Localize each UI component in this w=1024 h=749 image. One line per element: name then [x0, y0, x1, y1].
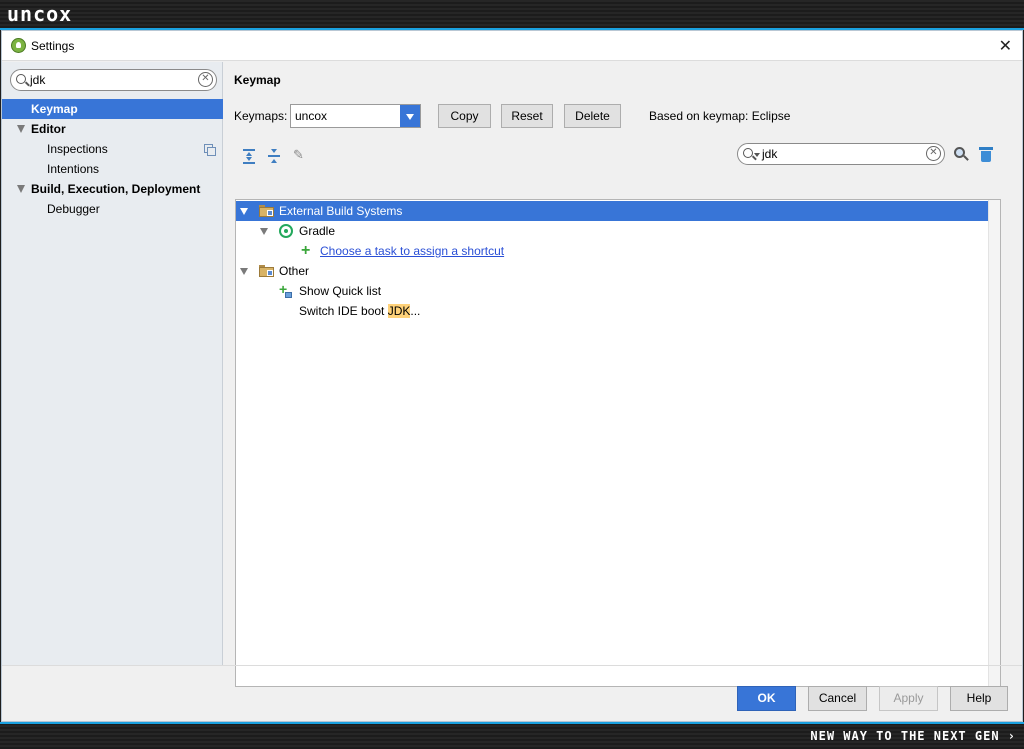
page-title: Keymap	[234, 73, 281, 87]
expand-triangle-icon[interactable]	[240, 268, 248, 275]
sidebar-item-inspections[interactable]: Inspections	[2, 139, 223, 159]
sidebar-item-keymap[interactable]: Keymap	[2, 99, 223, 119]
plus-icon: +	[301, 242, 311, 259]
choose-task-link[interactable]: Choose a task to assign a shortcut	[320, 241, 504, 261]
quick-list-icon: +	[279, 282, 293, 299]
cancel-button[interactable]: Cancel	[808, 686, 867, 711]
window-title: Settings	[31, 39, 75, 53]
tree-row-external-build-systems[interactable]: External Build Systems	[236, 201, 989, 221]
help-button[interactable]: Help	[950, 686, 1008, 711]
keymap-select[interactable]: uncox	[290, 104, 421, 128]
expand-triangle-icon[interactable]	[260, 228, 268, 235]
footer-separator	[2, 665, 1022, 666]
search-icon	[743, 148, 753, 158]
gradle-icon	[279, 224, 293, 238]
android-studio-icon	[11, 38, 26, 53]
project-copy-icon	[204, 144, 216, 156]
label-suffix: ...	[410, 304, 421, 318]
settings-sidebar: jdk ✕ Keymap Editor Inspections Intentio…	[2, 62, 223, 665]
sidebar-item-editor[interactable]: Editor	[2, 119, 223, 139]
expand-all-icon[interactable]	[241, 148, 257, 164]
sidebar-item-build-execution-deployment[interactable]: Build, Execution, Deployment	[2, 179, 223, 199]
tree-row-label: Switch IDE boot JDK...	[299, 301, 420, 321]
folder-icon	[259, 265, 274, 277]
footer-bar: NEW WAY TO THE NEXT GEN ›	[0, 724, 1024, 749]
sidebar-item-label: Inspections	[47, 142, 108, 156]
ok-button[interactable]: OK	[737, 686, 796, 711]
sidebar-item-intentions[interactable]: Intentions	[2, 159, 223, 179]
keymaps-label: Keymaps:	[234, 109, 288, 123]
sidebar-item-label: Build, Execution, Deployment	[31, 182, 201, 196]
tree-row-other[interactable]: Other	[236, 261, 989, 281]
settings-search-input[interactable]: jdk ✕	[10, 69, 217, 91]
sidebar-item-debugger[interactable]: Debugger	[2, 199, 223, 219]
copy-button[interactable]: Copy	[438, 104, 491, 128]
reset-button[interactable]: Reset	[501, 104, 553, 128]
delete-button[interactable]: Delete	[564, 104, 621, 128]
sidebar-item-label: Intentions	[47, 162, 100, 176]
settings-search-value: jdk	[30, 73, 46, 87]
title-bar: Settings ✕	[2, 31, 1022, 61]
brand-bar: uncox	[0, 0, 1024, 29]
label-prefix: Switch IDE boot	[299, 304, 388, 318]
keymap-select-value: uncox	[295, 109, 328, 123]
brand-logo: uncox	[7, 2, 73, 26]
collapse-all-icon[interactable]	[266, 148, 282, 164]
folder-icon	[259, 205, 274, 217]
keymap-filter-value: jdk	[762, 147, 778, 161]
close-icon[interactable]: ✕	[999, 36, 1012, 56]
tree-scrollbar[interactable]	[988, 200, 1000, 686]
keymap-panel: Keymap Keymaps: uncox Copy Reset Delete …	[224, 62, 1022, 687]
tree-row-choose-task[interactable]: + Choose a task to assign a shortcut	[236, 241, 989, 261]
expand-triangle-icon[interactable]	[17, 185, 25, 193]
find-by-shortcut-icon[interactable]	[953, 146, 969, 162]
chevron-down-icon[interactable]	[754, 153, 760, 157]
sidebar-item-label: Editor	[31, 122, 66, 136]
search-match-highlight: JDK	[387, 304, 411, 318]
clear-filter-icon[interactable]: ✕	[926, 146, 941, 161]
tree-row-label: Other	[279, 264, 310, 278]
tree-row-label: Show Quick list	[299, 284, 382, 298]
keymap-actions-tree[interactable]: External Build Systems Gradle + Choose a…	[235, 199, 1001, 687]
settings-window: Settings ✕ jdk ✕ Keymap Editor Inspectio…	[1, 30, 1023, 722]
expand-triangle-icon[interactable]	[240, 208, 248, 215]
tree-row-show-quick-list[interactable]: + Show Quick list	[236, 281, 989, 301]
tree-row-switch-ide-boot-jdk[interactable]: Switch IDE boot JDK...	[236, 301, 989, 321]
apply-button[interactable]: Apply	[879, 686, 938, 711]
trash-icon[interactable]	[979, 146, 993, 162]
based-on-keymap-text: Based on keymap: Eclipse	[649, 109, 791, 123]
tree-row-label: External Build Systems	[279, 204, 403, 218]
tree-row-gradle[interactable]: Gradle	[236, 221, 989, 241]
keymap-filter-input[interactable]: jdk ✕	[737, 143, 945, 165]
tree-row-label: Gradle	[299, 224, 336, 238]
edit-shortcut-icon[interactable]: ✎	[293, 147, 304, 163]
clear-search-icon[interactable]: ✕	[198, 72, 213, 87]
brand-tagline: NEW WAY TO THE NEXT GEN ›	[810, 729, 1016, 743]
expand-triangle-icon[interactable]	[17, 125, 25, 133]
sidebar-item-label: Keymap	[31, 102, 78, 116]
sidebar-item-label: Debugger	[47, 202, 100, 216]
chevron-down-icon[interactable]	[400, 105, 420, 127]
search-icon	[16, 74, 26, 84]
